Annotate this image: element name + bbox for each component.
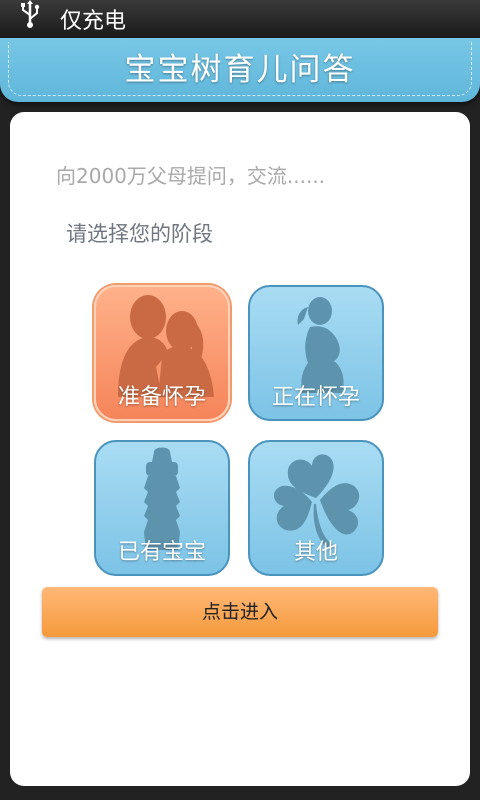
stage-label: 正在怀孕 — [271, 385, 360, 410]
status-text: 仅充电 — [60, 9, 127, 34]
stage-pregnant-button[interactable]: 正在怀孕 — [248, 285, 384, 421]
stage-preparing-pregnancy-button[interactable]: 准备怀孕 — [94, 285, 230, 421]
app-title: 宝宝树育儿问答 — [124, 52, 356, 88]
main-card: 向2000万父母提问，交流...... 请选择您的阶段 准备怀孕 正在怀孕 已有… — [10, 112, 470, 786]
stage-other-button[interactable]: 其他 — [248, 440, 384, 576]
usb-icon — [0, 0, 60, 40]
stage-label: 准备怀孕 — [117, 385, 206, 410]
app-header: 宝宝树育儿问答 — [0, 38, 480, 102]
status-bar: 仅充电 — [0, 0, 480, 38]
stage-label: 其他 — [293, 540, 338, 565]
stage-prompt: 请选择您的阶段 — [66, 222, 213, 246]
stage-have-baby-button[interactable]: 已有宝宝 — [94, 440, 230, 576]
enter-button[interactable]: 点击进入 — [42, 587, 438, 637]
stage-label: 已有宝宝 — [117, 540, 206, 565]
question-input[interactable]: 向2000万父母提问，交流...... — [56, 160, 325, 189]
